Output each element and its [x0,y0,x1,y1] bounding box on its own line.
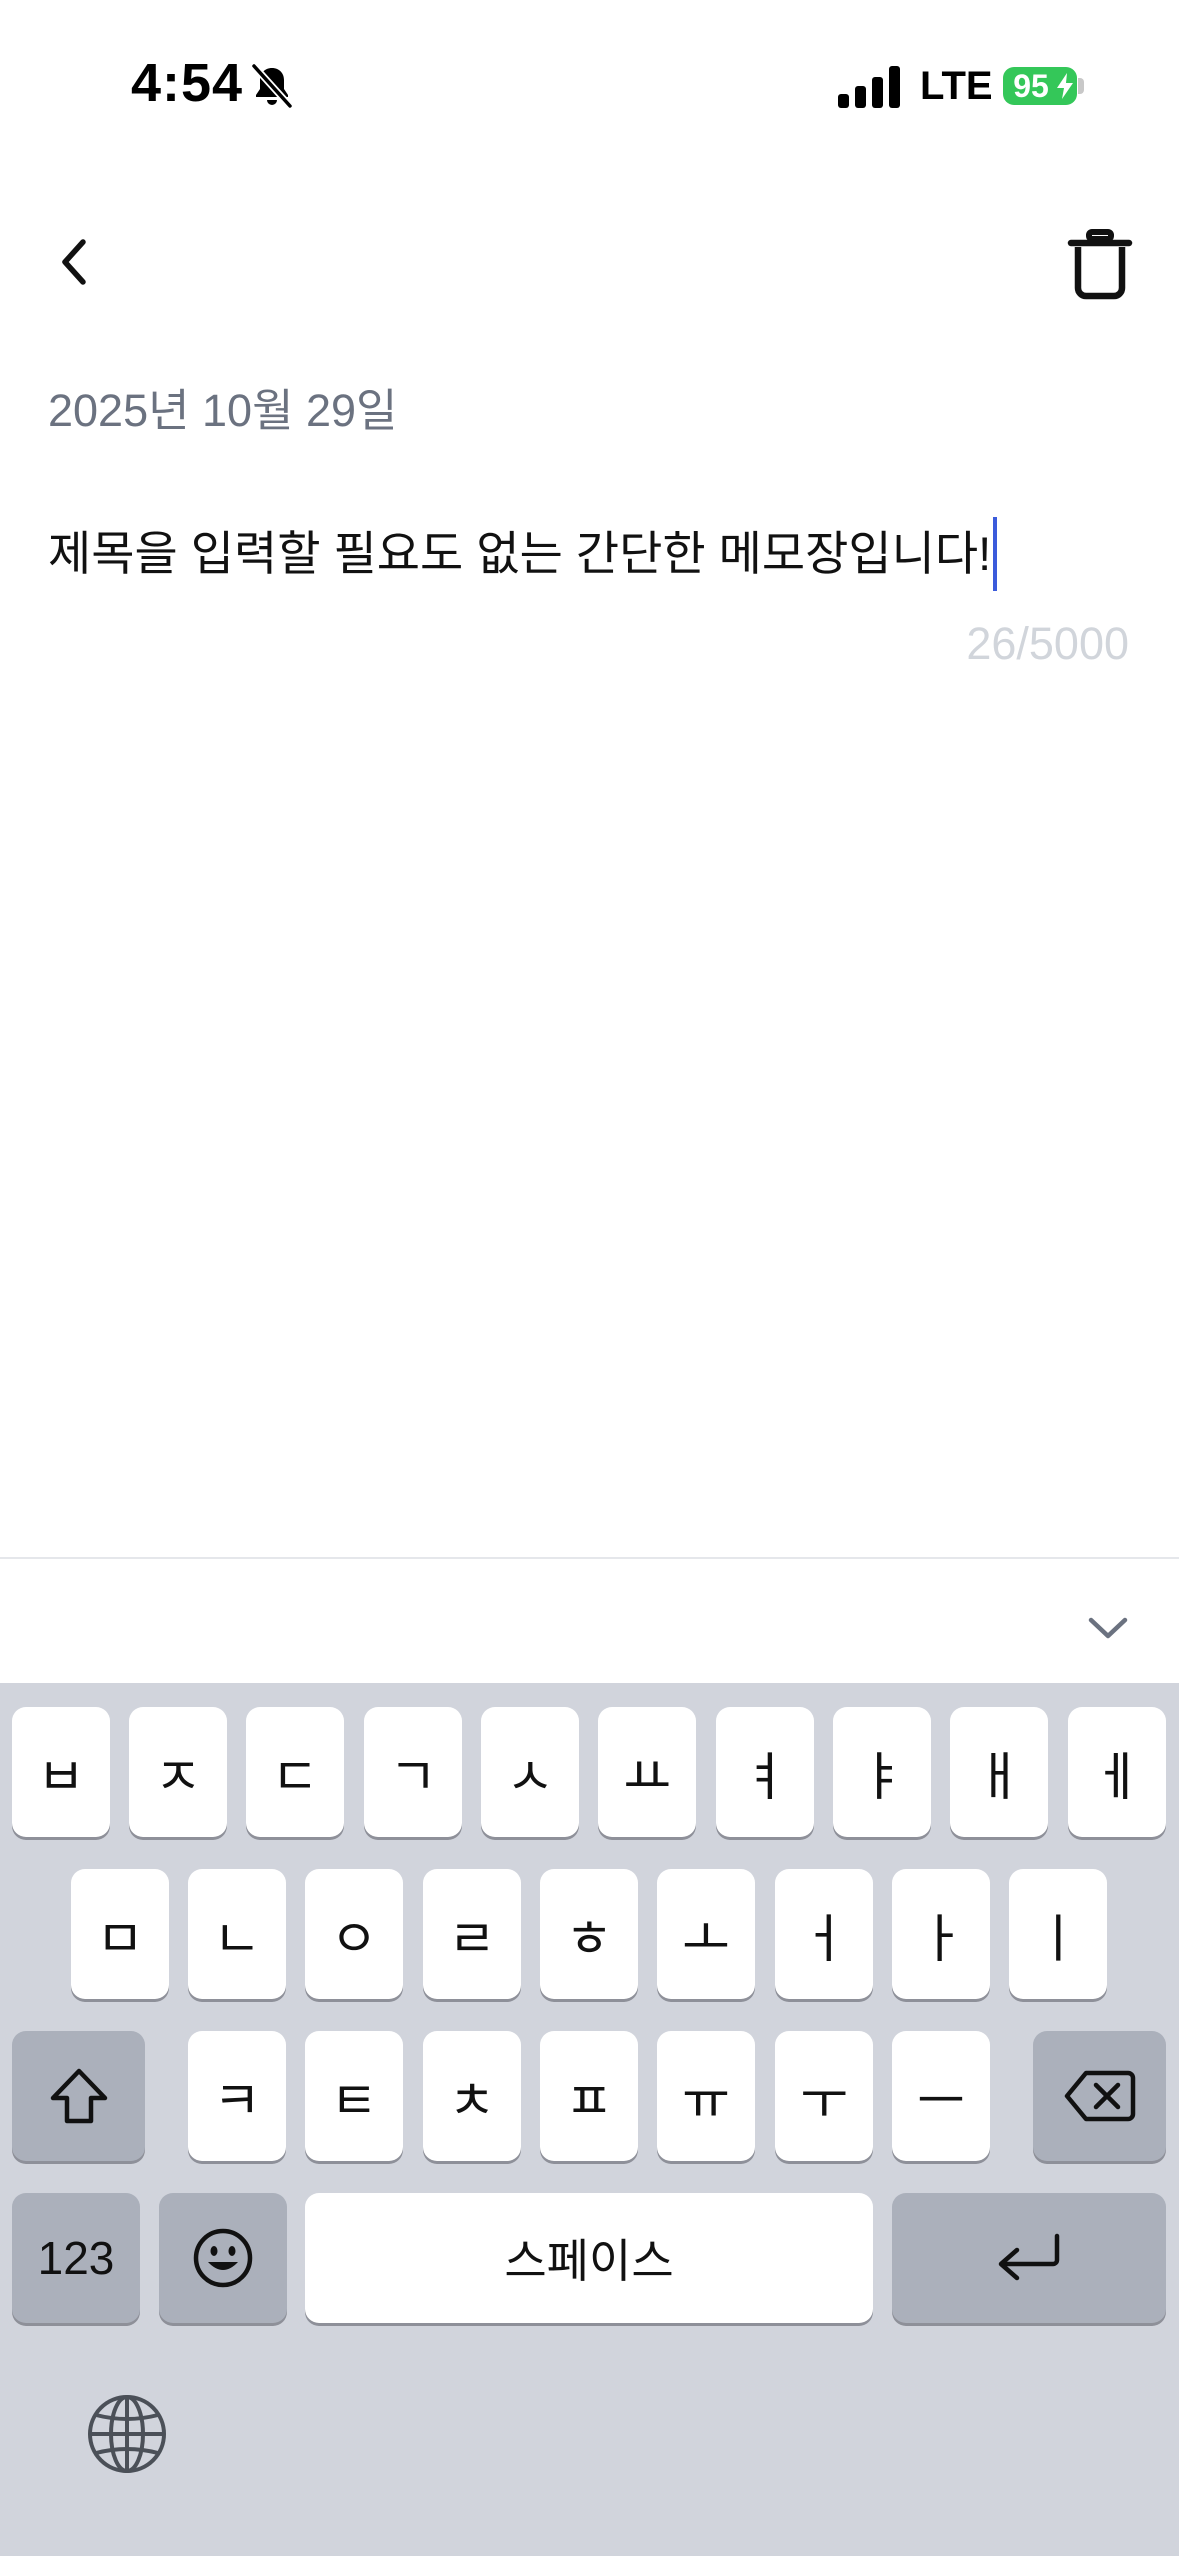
emoji-icon [193,2228,253,2288]
status-bar: 4:54 LTE 95 [0,0,1179,160]
dismiss-keyboard-button[interactable] [1080,1600,1136,1656]
memo-text-editor[interactable]: 제목을 입력할 필요도 없는 간단한 메모장입니다! [48,515,998,595]
globe-icon[interactable] [86,2393,168,2475]
key-siot[interactable]: ㅅ [481,1707,579,1837]
shift-key[interactable] [12,2031,145,2161]
memo-date: 2025년 10월 29일 [48,385,398,436]
status-time: 4:54 [131,53,244,113]
key-a[interactable]: ㅏ [892,1869,990,1999]
numbers-key-label: 123 [37,2232,115,2284]
key-jieut[interactable]: ㅈ [129,1707,227,1837]
space-key[interactable]: 스페이스 [305,2193,873,2323]
back-button[interactable] [40,222,110,302]
key-ieung[interactable]: ㅇ [305,1869,403,1999]
key-giyeok[interactable]: ㄱ [364,1707,462,1837]
key-o[interactable]: ㅗ [657,1869,755,1999]
key-kieuk[interactable]: ㅋ [188,2031,286,2161]
chevron-left-icon [62,239,86,285]
key-u[interactable]: ㅜ [775,2031,873,2161]
key-rieul[interactable]: ㄹ [423,1869,521,1999]
character-counter: 26/5000 [966,618,1129,669]
key-ae[interactable]: ㅐ [950,1707,1048,1837]
key-nieun[interactable]: ㄴ [188,1869,286,1999]
network-label: LTE [920,64,993,108]
key-yu[interactable]: ㅠ [657,2031,755,2161]
key-hieut[interactable]: ㅎ [540,1869,638,1999]
key-e[interactable]: ㅔ [1068,1707,1166,1837]
key-bieup[interactable]: ㅂ [12,1707,110,1837]
key-mieum[interactable]: ㅁ [71,1869,169,1999]
battery-level: 95 [1013,68,1049,104]
bolt-icon [1057,73,1073,99]
chevron-down-icon [1088,1617,1128,1639]
numbers-key[interactable]: 123 [12,2193,140,2323]
battery-icon: 95 [1003,67,1077,105]
return-key[interactable] [892,2193,1166,2323]
emoji-key[interactable] [159,2193,287,2323]
backspace-icon [1064,2070,1135,2122]
space-key-label: 스페이스 [504,2235,674,2287]
key-ya[interactable]: ㅑ [833,1707,931,1837]
key-yeo[interactable]: ㅕ [716,1707,814,1837]
key-pieup[interactable]: ㅍ [540,2031,638,2161]
toolbar-divider [0,1557,1179,1559]
key-eo[interactable]: ㅓ [775,1869,873,1999]
text-cursor [993,516,998,591]
signal-icon [838,66,900,108]
key-eu[interactable]: ㅡ [892,2031,990,2161]
key-i[interactable]: ㅣ [1009,1869,1107,1999]
trash-icon [1067,229,1133,300]
key-yo[interactable]: ㅛ [598,1707,696,1837]
shift-icon [50,2068,107,2124]
key-chieut[interactable]: ㅊ [423,2031,521,2161]
battery-cap [1078,78,1084,94]
key-digeut[interactable]: ㄷ [246,1707,344,1837]
delete-button[interactable] [1060,220,1140,310]
bell-muted-icon [250,62,294,110]
backspace-key[interactable] [1033,2031,1166,2161]
return-icon [998,2233,1060,2281]
memo-content[interactable]: 제목을 입력할 필요도 없는 간단한 메모장입니다! [48,527,991,580]
key-tieut[interactable]: ㅌ [305,2031,403,2161]
